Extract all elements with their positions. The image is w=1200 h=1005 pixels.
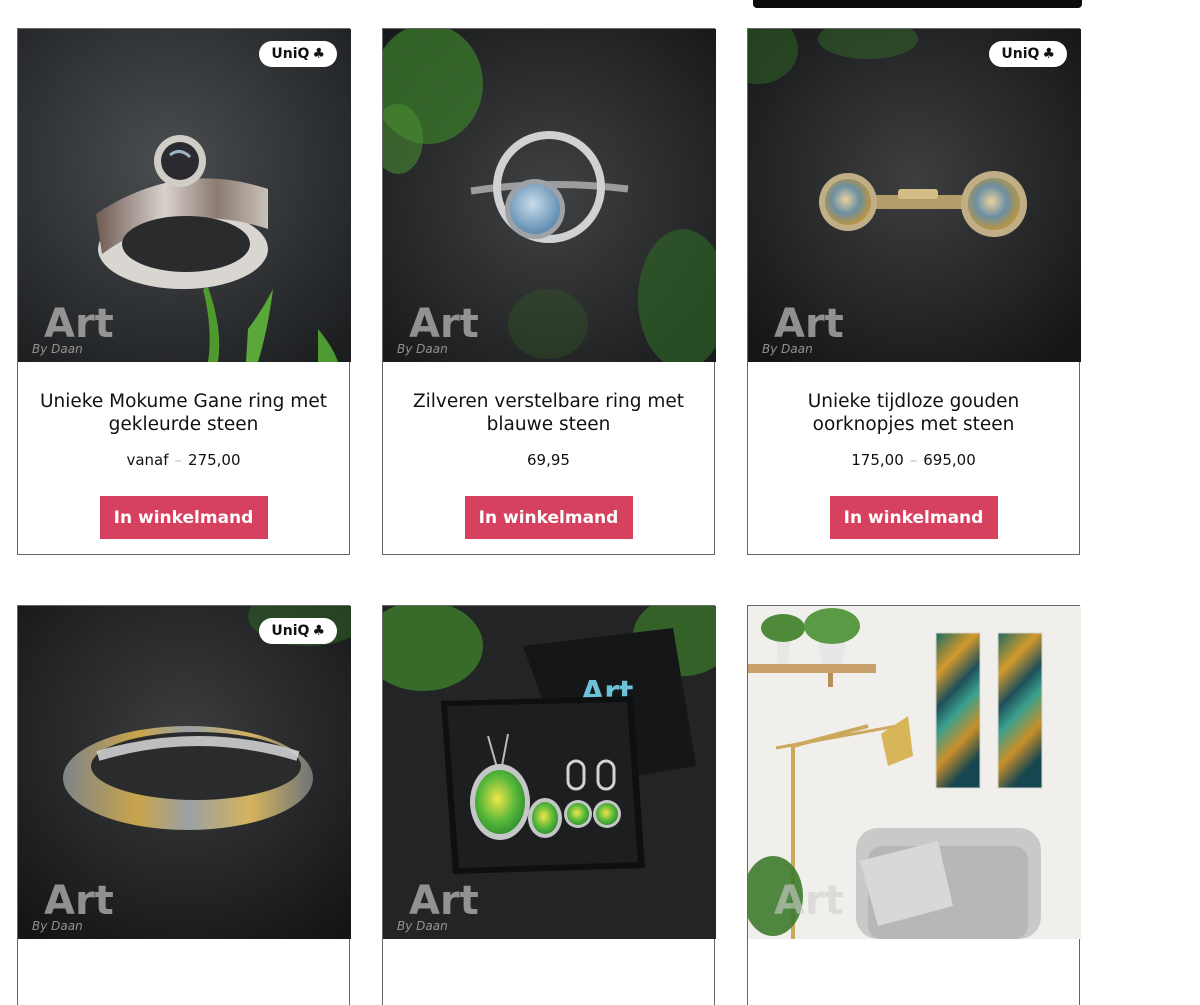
header-bar-edge (753, 0, 1082, 8)
product-price: vanaf –275,00 (18, 451, 349, 469)
product-image[interactable]: Art By Daan (18, 29, 351, 362)
price-value: 69,95 (527, 451, 570, 469)
badge-label: UniQ (271, 623, 310, 639)
club-icon: ♣ (312, 46, 325, 62)
product-title[interactable]: Unieke tijdloze gouden oorknopjes met st… (762, 391, 1065, 436)
product-title[interactable]: Unieke Mokume Gane ring met gekleurde st… (32, 391, 335, 436)
price-separator: – (174, 451, 183, 469)
watermark-art: Art (409, 878, 479, 924)
product-card-mokume-ring[interactable]: Art By Daan UniQ ♣ Unieke Mokume Gane ri… (17, 28, 351, 555)
watermark-bydaan: By Daan (397, 919, 448, 933)
product-price: 69,95 (383, 451, 714, 469)
uniq-badge: UniQ ♣ (259, 41, 337, 67)
add-to-cart-button[interactable]: In winkelmand (99, 496, 268, 539)
product-card-hammered-ring[interactable]: Art By Daan UniQ ♣ (17, 605, 351, 1005)
price-prefix: vanaf (126, 451, 169, 469)
price-separator: – (909, 451, 918, 469)
add-to-cart-button[interactable]: In winkelmand (829, 496, 998, 539)
watermark-bydaan: By Daan (32, 342, 83, 356)
watermark-art: Art (774, 878, 844, 924)
badge-label: UniQ (271, 46, 310, 62)
watermark-bydaan: By Daan (397, 342, 448, 356)
club-icon: ♣ (312, 623, 325, 639)
product-image[interactable]: Art (748, 606, 1081, 939)
add-to-cart-button[interactable]: In winkelmand (464, 496, 633, 539)
watermark-art: Art (409, 301, 479, 347)
watermark-art: Art (44, 301, 114, 347)
price-value: 275,00 (188, 451, 241, 469)
watermark-art: Art (774, 301, 844, 347)
product-card-gold-earrings[interactable]: Art By Daan UniQ ♣ Unieke tijdloze goude… (747, 28, 1081, 555)
price-to: 695,00 (923, 451, 976, 469)
club-icon: ♣ (1042, 46, 1055, 62)
badge-label: UniQ (1001, 46, 1040, 62)
uniq-badge: UniQ ♣ (259, 618, 337, 644)
price-from: 175,00 (851, 451, 904, 469)
product-card-painting[interactable]: Art (747, 605, 1081, 1005)
product-title[interactable]: Zilveren verstelbare ring met blauwe ste… (397, 391, 700, 436)
product-card-silver-ring[interactable]: Art By Daan Zilveren verstelbare ring me… (382, 28, 716, 555)
watermark-bydaan: By Daan (32, 919, 83, 933)
watermark-bydaan: By Daan (762, 342, 813, 356)
product-image[interactable]: Art By Daan (18, 606, 351, 939)
product-image[interactable]: Art Art By Daan (383, 606, 716, 939)
product-image[interactable]: Art By Daan (383, 29, 716, 362)
product-image[interactable]: Art By Daan (748, 29, 1081, 362)
product-price: 175,00–695,00 (748, 451, 1079, 469)
product-card-jewelry-set[interactable]: Art Art By Daan (382, 605, 716, 1005)
watermark-art: Art (44, 878, 114, 924)
uniq-badge: UniQ ♣ (989, 41, 1067, 67)
